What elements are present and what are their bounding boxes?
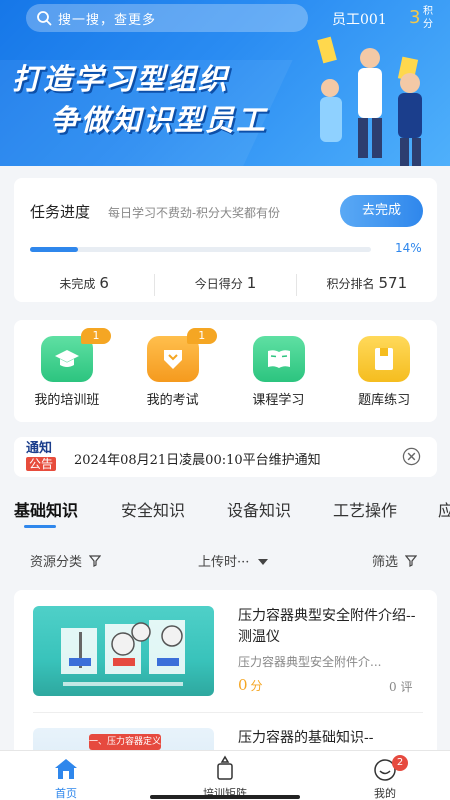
home-icon bbox=[55, 759, 77, 779]
quick-my-exams[interactable]: 1 我的考试 bbox=[120, 320, 226, 422]
notification-badge: 2 bbox=[392, 755, 408, 771]
search-bar[interactable]: 搜一搜，查更多 bbox=[26, 4, 308, 32]
nav-home[interactable]: 首页 bbox=[21, 755, 111, 800]
search-placeholder: 搜一搜，查更多 bbox=[58, 12, 157, 28]
funnel-icon bbox=[88, 555, 102, 567]
filter-button[interactable]: 筛选 bbox=[372, 551, 418, 570]
tab-safety-knowledge[interactable]: 安全知识 bbox=[121, 497, 185, 521]
notification-badge: 1 bbox=[81, 328, 111, 344]
tab-basic-knowledge[interactable]: 基础知识 bbox=[14, 497, 78, 521]
list-divider bbox=[33, 712, 423, 713]
upload-time-sort[interactable]: 上传时··· bbox=[198, 551, 268, 570]
training-matrix-icon bbox=[217, 755, 233, 780]
quick-label: 题库练习 bbox=[358, 393, 411, 408]
filter-label: 上传时··· bbox=[198, 555, 250, 570]
slogan-line-2: 争做知识型员工 bbox=[50, 103, 268, 137]
nav-label: 首页 bbox=[55, 787, 77, 800]
stat-label: 积分排名 bbox=[326, 277, 375, 291]
notification-badge: 1 bbox=[186, 328, 217, 344]
thumb-caption: 一、压力容器定义 bbox=[89, 734, 161, 750]
quick-course-study[interactable]: 课程学习 bbox=[226, 320, 332, 422]
quick-question-bank[interactable]: 题库练习 bbox=[331, 320, 437, 422]
comment-count: 0 评 bbox=[389, 680, 413, 694]
article-description: 压力容器典型安全附件介... bbox=[238, 655, 382, 669]
stat-label: 今日得分 bbox=[194, 277, 243, 291]
resource-type-filter[interactable]: 资源分类 bbox=[30, 551, 102, 570]
stat-points-rank[interactable]: 积分排名 571 bbox=[297, 274, 437, 296]
banner-illustration bbox=[317, 36, 422, 166]
score-value: 0 bbox=[238, 676, 248, 694]
quick-label: 我的考试 bbox=[146, 393, 199, 408]
quick-actions: 1 我的培训班 1 我的考试 课程学习 题库练习 bbox=[14, 320, 437, 422]
close-icon[interactable] bbox=[402, 447, 421, 466]
stat-incomplete[interactable]: 未完成 6 bbox=[14, 274, 156, 296]
notice-text[interactable]: 2024年08月21日凌晨00:10平台维护通知 bbox=[74, 449, 321, 468]
progress-percent: 14% bbox=[395, 241, 422, 255]
home-indicator[interactable] bbox=[150, 795, 300, 799]
active-tab-indicator bbox=[24, 525, 56, 528]
task-progress-card: 任务进度 每日学习不费劲-积分大奖都有份 去完成 14% 未完成 6 今日得分 1 … bbox=[14, 178, 437, 302]
quick-label: 我的培训班 bbox=[34, 393, 100, 408]
nav-training-matrix[interactable]: 培训矩阵 bbox=[180, 755, 270, 800]
stat-value: 571 bbox=[378, 274, 408, 292]
slogan-line-1: 打造学习型组织 bbox=[12, 62, 230, 96]
nav-profile[interactable]: 2 我的 bbox=[340, 755, 430, 800]
progress-fill bbox=[30, 247, 78, 252]
article-thumbnail[interactable] bbox=[33, 606, 214, 696]
stat-value: 1 bbox=[246, 274, 257, 292]
filter-label: 筛选 bbox=[372, 555, 399, 570]
task-subtitle: 每日学习不费劲-积分大奖都有份 bbox=[108, 206, 281, 220]
notice-bar[interactable]: 通知 公告 2024年08月21日凌晨00:10平台维护通知 bbox=[14, 437, 437, 477]
question-bank-icon bbox=[358, 336, 411, 382]
filter-label: 资源分类 bbox=[30, 555, 83, 570]
caret-down-icon bbox=[257, 559, 268, 565]
top-banner: 搜一搜，查更多 员工001 3 积分 打造学习型组织 争做知识型员工 bbox=[0, 0, 450, 166]
funnel-icon bbox=[404, 555, 418, 567]
article-title[interactable]: 压力容器典型安全附件介绍--测温仪 bbox=[238, 606, 418, 648]
article-score: 0分 bbox=[238, 676, 263, 694]
quick-label: 课程学习 bbox=[252, 393, 305, 408]
bottom-navigation: 首页 培训矩阵 2 我的 bbox=[0, 750, 450, 800]
stat-value: 6 bbox=[99, 274, 109, 292]
book-icon bbox=[252, 336, 305, 382]
stat-label: 未完成 bbox=[59, 277, 96, 291]
go-complete-button[interactable]: 去完成 bbox=[340, 195, 423, 227]
stat-today-score[interactable]: 今日得分 1 bbox=[155, 274, 297, 296]
task-title: 任务进度 bbox=[30, 203, 91, 221]
article-title[interactable]: 压力容器的基础知识-- bbox=[238, 728, 418, 749]
tab-more[interactable]: 应 bbox=[438, 497, 450, 521]
nav-label: 我的 bbox=[374, 787, 396, 800]
filter-bar: 资源分类 上传时··· 筛选 bbox=[0, 548, 450, 572]
tab-equipment-knowledge[interactable]: 设备知识 bbox=[227, 497, 291, 521]
notice-logo: 通知 公告 bbox=[26, 442, 60, 472]
notice-logo-top: 通知 bbox=[26, 441, 53, 456]
search-icon bbox=[37, 11, 52, 26]
tab-process-operation[interactable]: 工艺操作 bbox=[333, 497, 397, 521]
category-tabs: 基础知识 安全知识 设备知识 工艺操作 应 bbox=[0, 497, 450, 528]
progress-track bbox=[30, 247, 371, 252]
score-unit: 分 bbox=[250, 679, 263, 693]
task-stats: 未完成 6 今日得分 1 积分排名 571 bbox=[14, 274, 437, 296]
quick-my-training[interactable]: 1 我的培训班 bbox=[14, 320, 120, 422]
notice-logo-bottom: 公告 bbox=[26, 457, 56, 471]
